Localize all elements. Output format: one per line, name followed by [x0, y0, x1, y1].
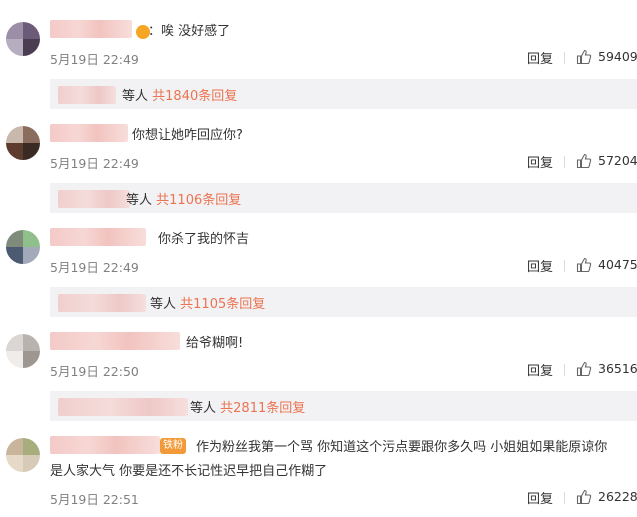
- avatar[interactable]: [6, 334, 40, 368]
- reply-thread-suffix: 等人: [126, 193, 153, 208]
- comment-time: 5月19日 22:49: [50, 260, 139, 275]
- like-count: 26228: [598, 489, 637, 504]
- reply-thread[interactable]: 等人 共2811条回复: [50, 391, 637, 421]
- reply-thread-label[interactable]: 等人 共1105条回复: [150, 293, 265, 312]
- thumbs-up-icon[interactable]: [576, 489, 592, 505]
- reply-thread[interactable]: 等人 共1106条回复: [50, 183, 637, 213]
- avatar[interactable]: [6, 126, 40, 160]
- reply-users-blurred: [58, 86, 116, 104]
- comment-text: 你杀了我的怀吉: [158, 232, 250, 247]
- thumbs-up-icon[interactable]: [576, 257, 592, 273]
- divider: [564, 156, 565, 168]
- reply-users-blurred: [58, 294, 146, 312]
- comment-text: 作为粉丝我第一个骂 你知道这个污点要跟你多久吗 小姐姐如果能原谅你: [196, 440, 608, 455]
- comment-text: ：唉 没好感了: [148, 24, 231, 39]
- reply-thread[interactable]: 等人 共1105条回复: [50, 287, 637, 317]
- thumbs-up-icon[interactable]: [576, 49, 592, 65]
- username-blurred[interactable]: [50, 332, 180, 350]
- divider: [564, 260, 565, 272]
- reply-users-blurred: [58, 190, 130, 208]
- avatar[interactable]: [6, 230, 40, 264]
- divider: [564, 52, 565, 64]
- like-count: 36516: [598, 361, 637, 376]
- reply-thread-suffix: 等人: [150, 297, 177, 312]
- comment-time: 5月19日 22:50: [50, 364, 139, 379]
- avatar[interactable]: [6, 22, 40, 56]
- reply-thread[interactable]: 等人 共1840条回复: [50, 79, 637, 109]
- comment-time: 5月19日 22:51: [50, 492, 139, 507]
- reply-thread-label[interactable]: 等人 共1840条回复: [122, 85, 237, 104]
- reply-button[interactable]: 回复: [527, 256, 553, 275]
- divider: [564, 492, 565, 504]
- comment-text-line2: 是人家大气 你要是还不长记性迟早把自己作糊了: [50, 464, 328, 479]
- like-count: 59409: [598, 49, 637, 64]
- reply-users-blurred: [58, 398, 188, 416]
- reply-thread-count[interactable]: 共2811条回复: [220, 401, 305, 416]
- username-blurred[interactable]: [50, 124, 128, 142]
- reply-thread-suffix: 等人: [122, 89, 149, 104]
- reply-button[interactable]: 回复: [527, 48, 553, 67]
- reply-button[interactable]: 回复: [527, 360, 553, 379]
- thumbs-up-icon[interactable]: [576, 153, 592, 169]
- thumbs-up-icon[interactable]: [576, 361, 592, 377]
- username-blurred[interactable]: [50, 436, 160, 454]
- username-blurred[interactable]: [50, 20, 132, 38]
- reply-button[interactable]: 回复: [527, 152, 553, 171]
- fan-badge[interactable]: 铁粉: [160, 438, 186, 454]
- avatar[interactable]: [6, 438, 40, 472]
- like-count: 40475: [598, 257, 637, 272]
- username-blurred[interactable]: [50, 228, 146, 246]
- reply-thread-count[interactable]: 共1840条回复: [152, 89, 237, 104]
- reply-thread-label[interactable]: 等人 共1106条回复: [126, 189, 241, 208]
- reply-thread-count[interactable]: 共1105条回复: [180, 297, 265, 312]
- comment-text: 你想让她咋回应你?: [132, 128, 243, 143]
- reply-thread-suffix: 等人: [190, 401, 217, 416]
- divider: [564, 364, 565, 376]
- reply-thread-count[interactable]: 共1106条回复: [156, 193, 241, 208]
- comment-time: 5月19日 22:49: [50, 52, 139, 67]
- reply-button[interactable]: 回复: [527, 488, 553, 507]
- reply-thread-label[interactable]: 等人 共2811条回复: [190, 397, 305, 416]
- comment-time: 5月19日 22:49: [50, 156, 139, 171]
- comment-text: 给爷糊啊!: [186, 336, 244, 351]
- like-count: 57204: [598, 153, 637, 168]
